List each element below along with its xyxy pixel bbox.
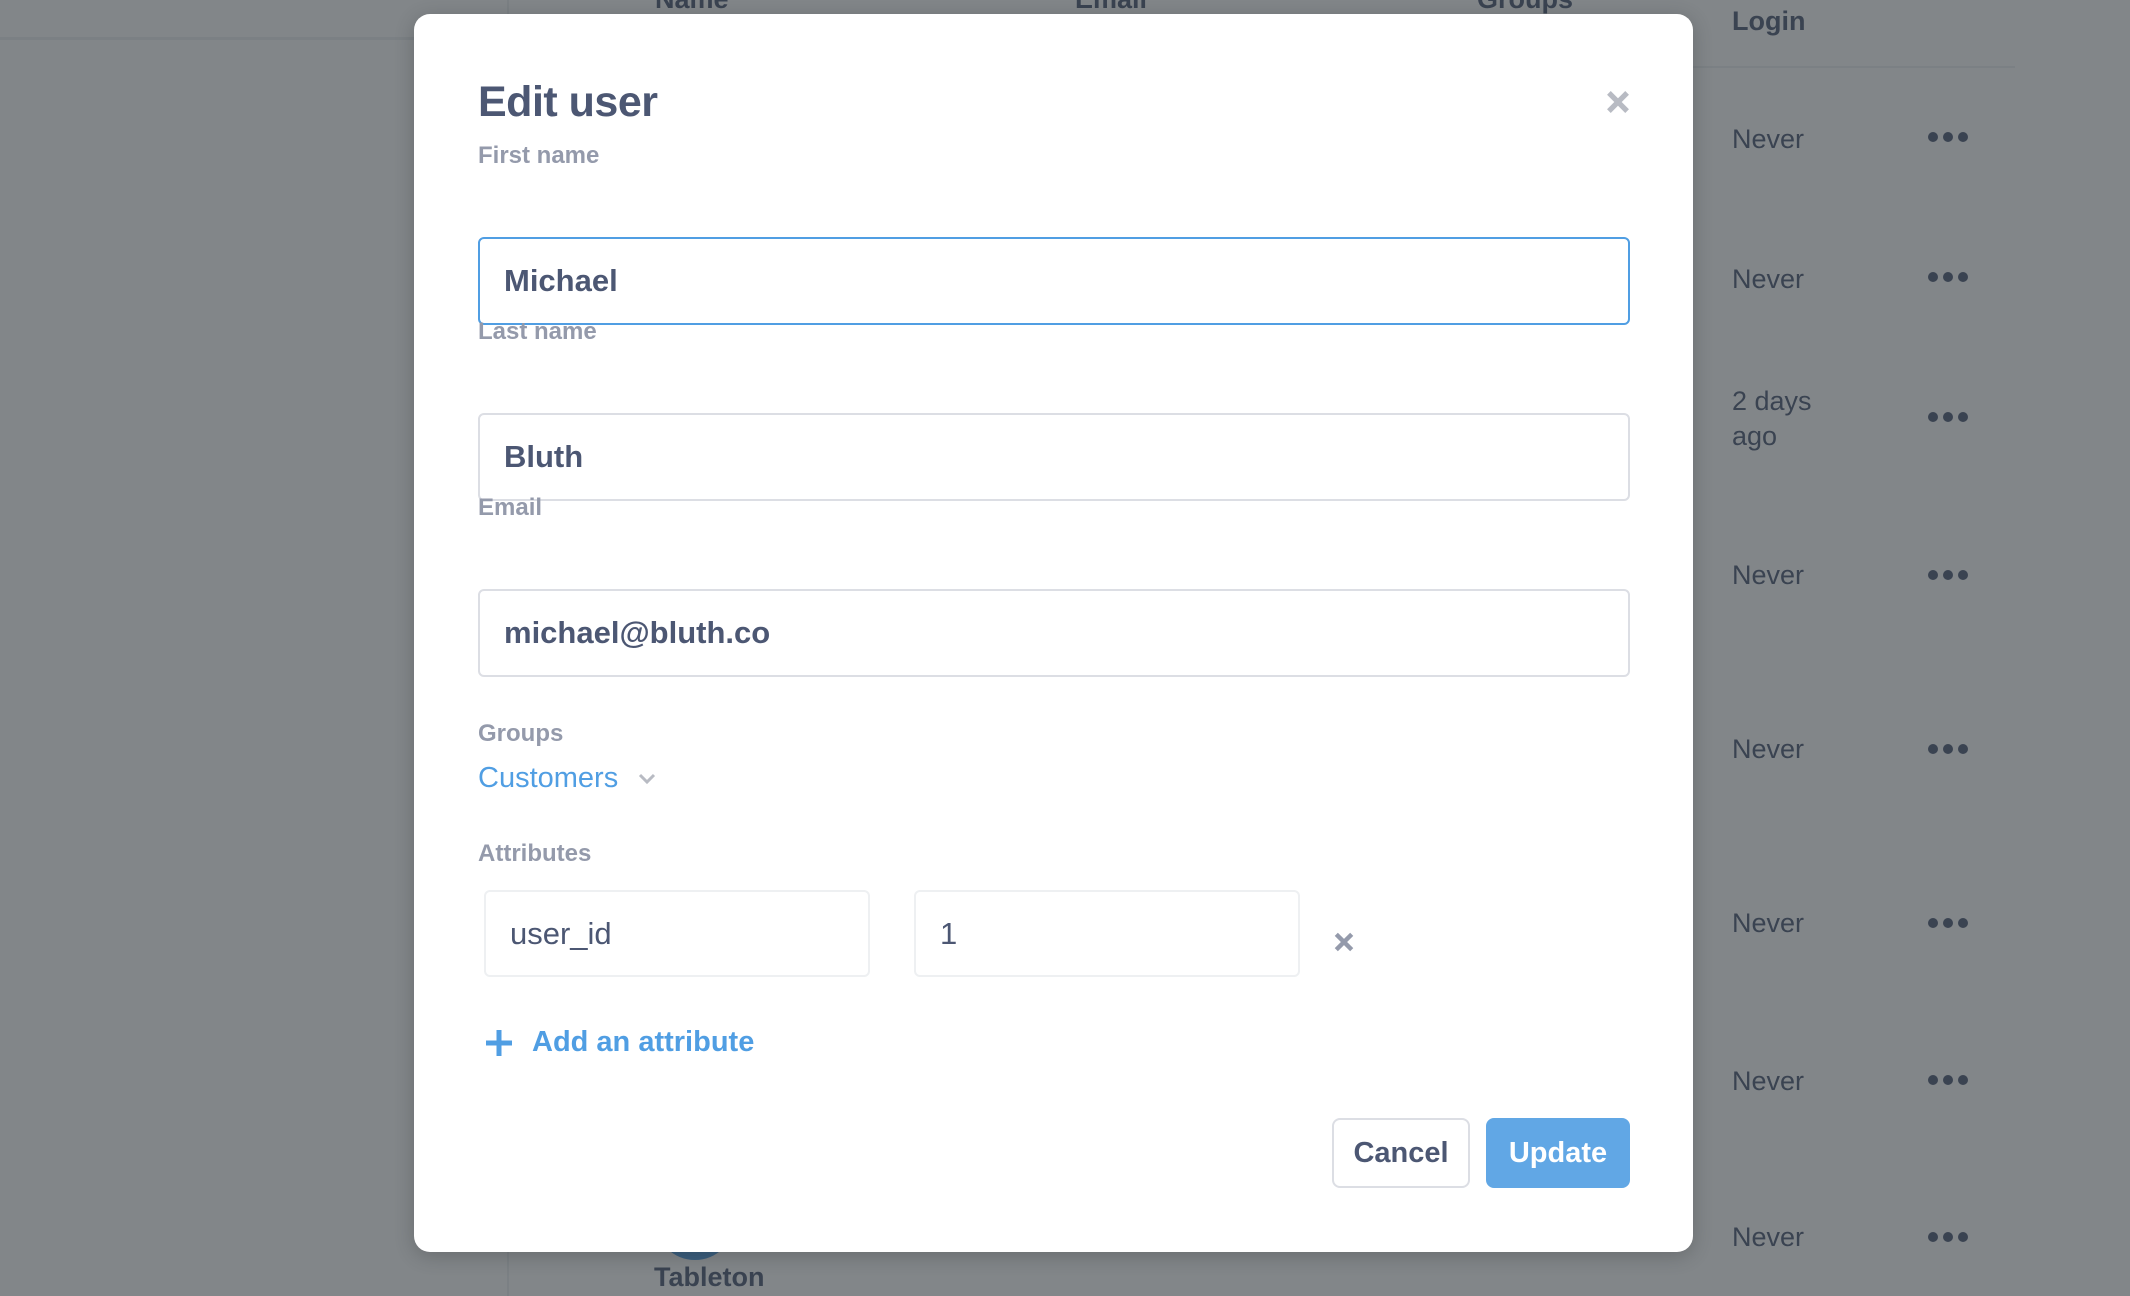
add-attribute-label: Add an attribute	[532, 1026, 755, 1058]
attribute-value-input[interactable]	[914, 890, 1300, 977]
cancel-button[interactable]: Cancel	[1332, 1118, 1470, 1188]
groups-select[interactable]: Customers	[478, 762, 656, 795]
email-input[interactable]	[478, 589, 1630, 677]
add-attribute-button[interactable]: Add an attribute	[484, 1026, 754, 1059]
update-button[interactable]: Update	[1486, 1118, 1630, 1188]
groups-selected-value: Customers	[478, 762, 619, 794]
attribute-key-input[interactable]	[484, 890, 870, 977]
attributes-label: Attributes	[478, 840, 592, 867]
groups-label: Groups	[478, 720, 564, 747]
close-button[interactable]	[1598, 82, 1638, 122]
remove-attribute-button[interactable]	[1326, 924, 1362, 960]
modal-title: Edit user	[478, 78, 658, 126]
first-name-label: First name	[478, 142, 600, 169]
edit-user-modal: Edit user First name Last name Email Gro…	[414, 14, 1693, 1252]
email-label: Email	[478, 494, 543, 521]
first-name-input[interactable]	[478, 237, 1630, 325]
last-name-label: Last name	[478, 318, 597, 345]
last-name-input[interactable]	[478, 413, 1630, 501]
chevron-down-icon	[639, 773, 656, 784]
plus-icon	[486, 1029, 512, 1056]
close-icon	[1607, 91, 1629, 113]
close-icon	[1334, 932, 1354, 952]
